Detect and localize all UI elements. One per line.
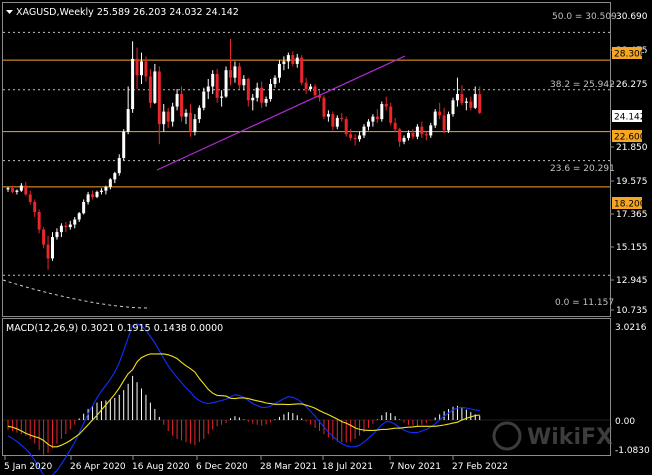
candle bbox=[344, 116, 348, 137]
candle bbox=[224, 66, 228, 98]
candle bbox=[322, 95, 326, 120]
price-tick-label: 30.690 bbox=[616, 12, 648, 22]
price-tick-label: 12.945 bbox=[616, 276, 648, 286]
candle bbox=[122, 129, 126, 161]
level-box-current-price: 24.142 bbox=[612, 110, 646, 123]
fib-23-label: 23.6 = 20.291 bbox=[550, 164, 615, 174]
chart-root: XAGUSD,Weekly 25.589 26.203 24.032 24.14… bbox=[0, 0, 652, 475]
svg-text:18.200: 18.200 bbox=[614, 200, 646, 210]
time-tick-label: 18 Jul 2021 bbox=[322, 462, 373, 472]
svg-text:28.300: 28.300 bbox=[614, 50, 646, 60]
candle bbox=[433, 109, 437, 128]
time-tick-label: 6 Dec 2020 bbox=[196, 462, 248, 472]
time-tick-label: 16 Aug 2020 bbox=[132, 462, 190, 472]
candle bbox=[451, 97, 455, 117]
price-tick-label: 19.575 bbox=[616, 177, 648, 187]
svg-text:22.600: 22.600 bbox=[614, 133, 646, 143]
svg-text:24.142: 24.142 bbox=[614, 113, 646, 123]
time-tick-label: 5 Jan 2020 bbox=[4, 462, 52, 472]
candle bbox=[237, 62, 241, 89]
fib-38-label: 38.2 = 25.942 bbox=[550, 80, 615, 90]
candle bbox=[447, 111, 451, 133]
level-box-support-2: 18.200 bbox=[612, 197, 646, 210]
price-tick-label: 26.275 bbox=[616, 80, 648, 90]
chart-background bbox=[0, 0, 652, 475]
price-tick-label: 21.850 bbox=[616, 143, 648, 153]
fib-50-label: 50.0 = 30.509 bbox=[552, 12, 617, 22]
price-tick-label: 15.155 bbox=[616, 243, 648, 253]
candle bbox=[300, 55, 304, 86]
symbol-info: XAGUSD,Weekly 25.589 26.203 24.032 24.14… bbox=[16, 7, 239, 18]
level-box-resistance: 28.300 bbox=[612, 47, 646, 60]
time-tick-label: 26 Apr 2020 bbox=[70, 462, 126, 472]
level-box-support-1: 22.600 bbox=[612, 130, 646, 143]
time-tick-label: 28 Mar 2021 bbox=[260, 462, 317, 472]
time-tick-label: 27 Feb 2022 bbox=[452, 462, 508, 472]
macd-tick-label: 0.00 bbox=[615, 417, 635, 427]
candle bbox=[380, 101, 384, 122]
price-tick-label: 10.735 bbox=[616, 306, 648, 316]
candle bbox=[215, 68, 219, 103]
macd-info: MACD(12,26,9) 0.3021 0.1915 0.1438 0.000… bbox=[6, 323, 223, 334]
symbol-header: XAGUSD,Weekly 25.589 26.203 24.032 24.14… bbox=[6, 7, 239, 18]
price-tick-label: 17.365 bbox=[616, 210, 648, 220]
macd-tick-label: 3.0216 bbox=[615, 323, 647, 333]
time-tick-label: 7 Nov 2021 bbox=[389, 462, 441, 472]
macd-tick-label: -1.0830 bbox=[615, 446, 650, 456]
watermark-text: WikiFX bbox=[527, 425, 613, 450]
fib-0-label: 0.0 = 11.157 bbox=[555, 298, 614, 308]
